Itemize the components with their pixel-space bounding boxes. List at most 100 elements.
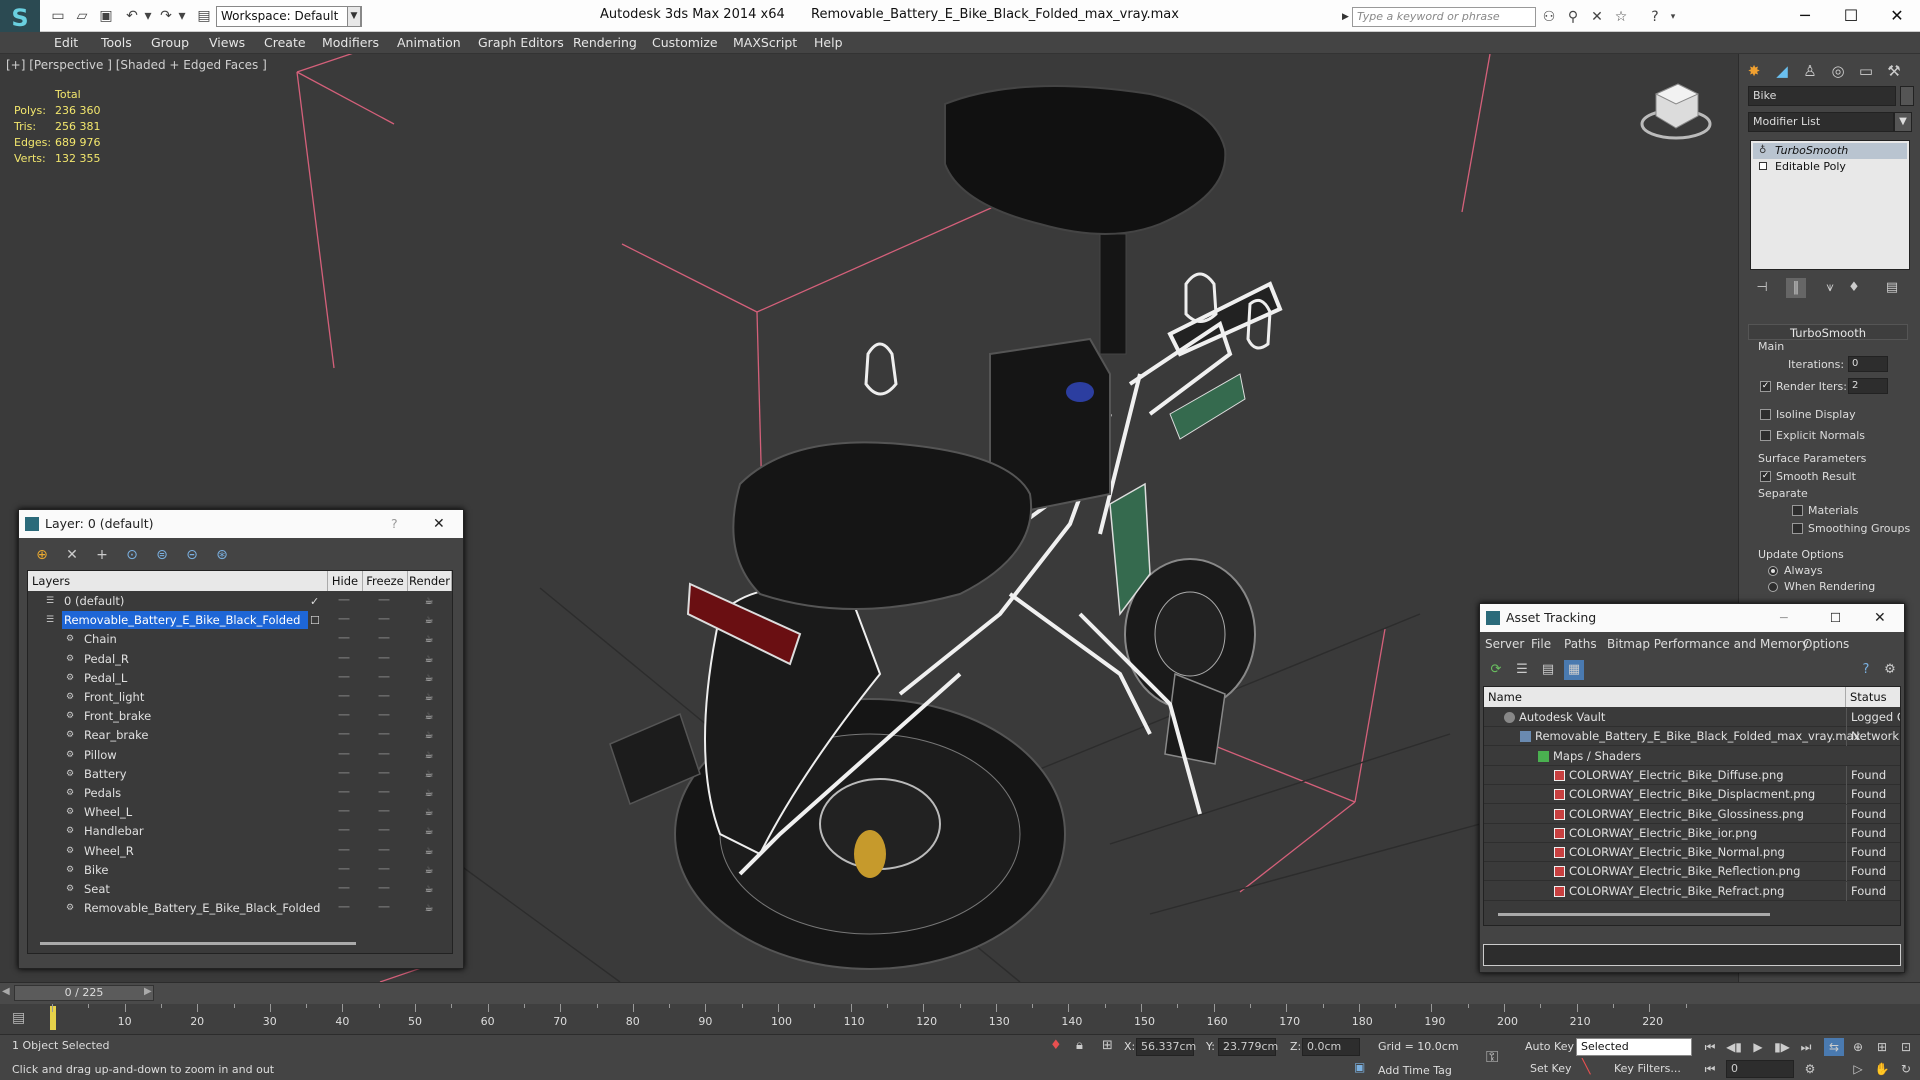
modifier-list-dropdown[interactable]: Modifier List	[1748, 112, 1894, 132]
layer-name[interactable]: Wheel_R	[82, 842, 142, 860]
freeze-toggle[interactable]: ──	[378, 688, 390, 707]
show-end-result-icon[interactable]: ‖	[1786, 278, 1806, 298]
refresh-icon[interactable]: ⟳	[1486, 660, 1506, 680]
grid-view-icon[interactable]: ▦	[1564, 660, 1584, 680]
asset-row[interactable]: COLORWAY_Electric_Bike_Glossiness.png Fou…	[1484, 804, 1900, 824]
layer-dialog-titlebar[interactable]: Layer: 0 (default) ? ✕	[19, 510, 463, 538]
freeze-toggle[interactable]: ──	[378, 746, 390, 765]
menu-views[interactable]: Views	[209, 32, 245, 54]
viewport-label[interactable]: [+] [Perspective ] [Shaded + Edged Faces…	[6, 58, 267, 72]
stack-item-editable-poly[interactable]: Editable Poly	[1753, 159, 1907, 175]
horizontal-scrollbar[interactable]	[1498, 913, 1770, 916]
binoculars-icon[interactable]: ⚇	[1540, 8, 1558, 26]
hide-toggle[interactable]: ──	[338, 880, 350, 899]
layer-name[interactable]: Pedal_R	[82, 650, 137, 668]
render-teapot-icon[interactable]: ☕	[422, 650, 436, 669]
create-tab-icon[interactable]: ✸	[1741, 58, 1767, 84]
key-set-dropdown[interactable]: Selected	[1576, 1038, 1692, 1056]
freeze-toggle[interactable]: ──	[378, 899, 390, 918]
layer-name[interactable]: Seat	[82, 880, 118, 898]
column-freeze[interactable]: Freeze	[363, 571, 408, 591]
asset-row[interactable]: Maps / Shaders	[1484, 747, 1900, 766]
menu-help[interactable]: Help	[814, 32, 843, 54]
maximize-icon[interactable]: ☐	[1830, 604, 1841, 632]
time-slider[interactable]: ◀ 0 / 225 ▶	[0, 982, 1920, 1004]
asset-menu-paths[interactable]: Paths	[1564, 637, 1597, 651]
menu-create[interactable]: Create	[264, 32, 306, 54]
highlight-layer-icon[interactable]: ⊜	[151, 544, 173, 566]
render-teapot-icon[interactable]: ☕	[422, 765, 436, 784]
layer-name[interactable]: Front_brake	[82, 707, 159, 725]
help-icon[interactable]: ?	[1646, 8, 1664, 26]
set-key-icon[interactable]: ╲	[1582, 1059, 1590, 1075]
hierarchy-tab-icon[interactable]: ♙	[1797, 58, 1823, 84]
freeze-toggle[interactable]: ──	[378, 880, 390, 899]
layer-row[interactable]: ⚙ Seat ── ── ☕	[28, 880, 454, 899]
freeze-toggle[interactable]: ──	[378, 822, 390, 841]
lock-icon[interactable]: 🔒︎	[1076, 1038, 1083, 1053]
zoom-all-icon[interactable]: ⊞	[1872, 1038, 1892, 1056]
layer-name[interactable]: Pedal_L	[82, 669, 135, 687]
layer-name[interactable]: Removable_Battery_E_Bike_Black_Folded	[62, 611, 309, 630]
workspace-dropdown[interactable]: Workspace: Default	[216, 6, 362, 27]
settings-icon[interactable]: ⚙	[1880, 660, 1900, 680]
menu-tools[interactable]: Tools	[101, 32, 132, 54]
asset-path-field[interactable]	[1483, 944, 1901, 966]
table-view-icon[interactable]: ▤	[1538, 660, 1558, 680]
asset-row[interactable]: COLORWAY_Electric_Bike_Normal.png Found	[1484, 843, 1900, 863]
layer-name[interactable]: Bike	[82, 861, 116, 879]
hide-toggle[interactable]: ──	[338, 707, 350, 726]
stack-item-turbosmooth[interactable]: ♁ TurboSmooth	[1753, 143, 1907, 159]
key-filters-button[interactable]: Key Filters...	[1614, 1062, 1681, 1075]
turbosmooth-rollout-title[interactable]: TurboSmooth	[1748, 324, 1908, 340]
hide-toggle[interactable]: ──	[338, 822, 350, 841]
always-radio[interactable]	[1768, 566, 1778, 576]
layer-name[interactable]: Pillow	[82, 746, 125, 764]
pan-view-icon[interactable]: ✋	[1872, 1060, 1892, 1078]
time-slider-thumb[interactable]: 0 / 225	[14, 985, 154, 1001]
hide-toggle[interactable]: ──	[338, 765, 350, 784]
object-name-field[interactable]: Bike	[1748, 86, 1896, 106]
asset-row[interactable]: COLORWAY_Electric_Bike_Refract.png Found	[1484, 881, 1900, 901]
layer-name[interactable]: Pedals	[82, 784, 129, 802]
freeze-toggle[interactable]: ──	[378, 784, 390, 803]
undo-dropdown-icon[interactable]: ▾	[138, 6, 158, 26]
freeze-toggle[interactable]: ──	[378, 726, 390, 745]
new-file-icon[interactable]: ▭	[48, 6, 68, 26]
layer-row[interactable]: ⚙ Pedals ── ── ☕	[28, 784, 454, 803]
current-layer-icon[interactable]: ✓	[310, 592, 319, 611]
asset-menu-file[interactable]: File	[1531, 637, 1551, 651]
utilities-tab-icon[interactable]: ⚒	[1881, 58, 1907, 84]
chevron-down-icon[interactable]: ▼	[347, 6, 361, 27]
hide-toggle[interactable]: ──	[338, 650, 350, 669]
favorites-star-icon[interactable]: ☆	[1612, 8, 1630, 26]
previous-frame-icon[interactable]: ◀▮	[1724, 1038, 1744, 1056]
configure-sets-icon[interactable]: ▤	[1882, 278, 1902, 298]
previous-frame-icon[interactable]: ◀	[2, 986, 10, 997]
freeze-toggle[interactable]: ──	[378, 669, 390, 688]
hide-toggle[interactable]: ──	[338, 611, 350, 630]
asset-row[interactable]: Removable_Battery_E_Bike_Black_Folded_ma…	[1484, 727, 1900, 747]
key-icon[interactable]: ⚿	[1486, 1047, 1498, 1067]
menu-animation[interactable]: Animation	[397, 32, 461, 54]
open-file-icon[interactable]: ▱	[72, 6, 92, 26]
render-teapot-icon[interactable]: ☕	[422, 861, 436, 880]
asset-row[interactable]: COLORWAY_Electric_Bike_ior.png Found	[1484, 823, 1900, 843]
layer-name[interactable]: Handlebar	[82, 822, 152, 840]
layer-name[interactable]: Wheel_L	[82, 803, 140, 821]
layer-name[interactable]: Removable_Battery_E_Bike_Black_Folded	[82, 899, 328, 917]
time-config-icon[interactable]: ⚙	[1800, 1060, 1820, 1078]
hide-toggle[interactable]: ──	[338, 592, 350, 611]
horizontal-scrollbar[interactable]	[40, 942, 356, 945]
create-layer-icon[interactable]: ⊕	[31, 544, 53, 566]
help-dropdown-icon[interactable]: ▾	[1664, 8, 1682, 26]
layer-row[interactable]: ☰ 0 (default) ✓ ── ── ☕	[28, 592, 454, 611]
motion-tab-icon[interactable]: ◎	[1825, 58, 1851, 84]
render-teapot-icon[interactable]: ☕	[422, 726, 436, 745]
current-layer-icon[interactable]: ☐	[310, 611, 320, 630]
field-of-view-icon[interactable]: ▷	[1848, 1060, 1868, 1078]
help-icon[interactable]: ?	[391, 510, 398, 538]
freeze-toggle[interactable]: ──	[378, 861, 390, 880]
hide-toggle[interactable]: ──	[338, 746, 350, 765]
render-teapot-icon[interactable]: ☕	[422, 707, 436, 726]
